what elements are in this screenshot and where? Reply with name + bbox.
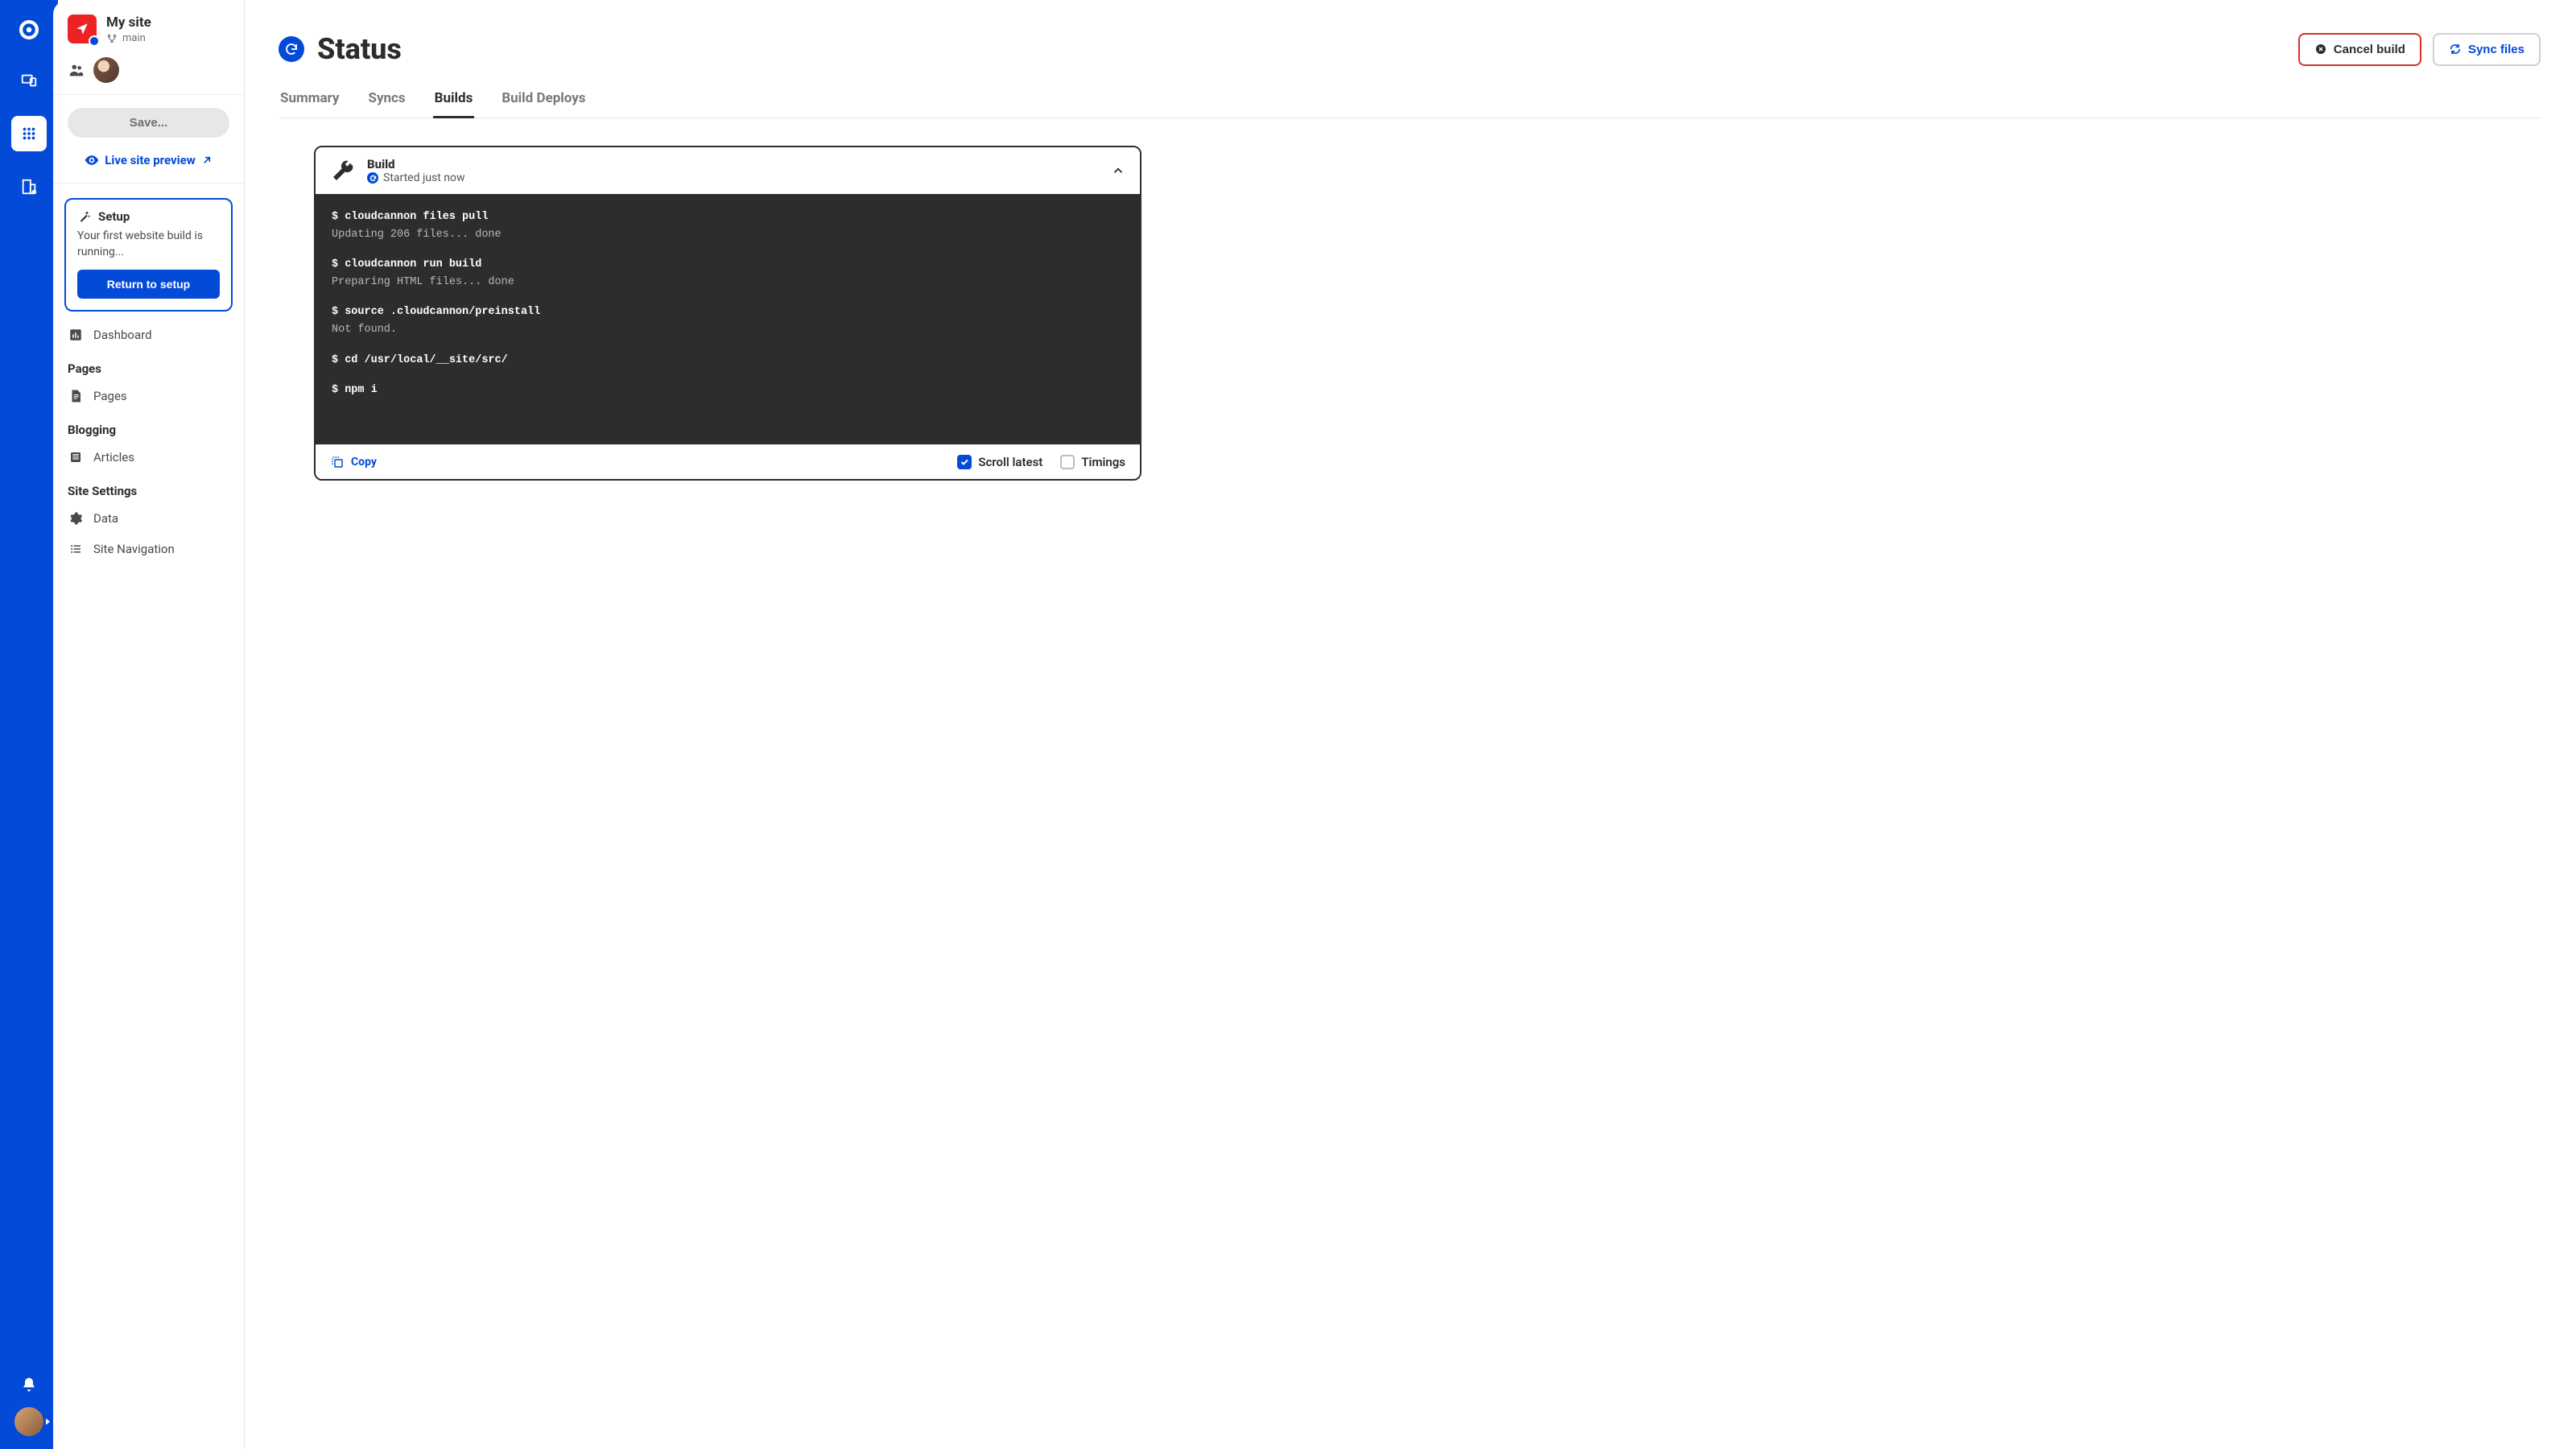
build-status-text: Started just now	[383, 171, 465, 184]
copy-icon	[330, 455, 345, 469]
site-icon	[68, 14, 97, 43]
rail-org-icon[interactable]	[11, 169, 47, 204]
rail-apps-icon[interactable]	[11, 116, 47, 151]
copy-button[interactable]: Copy	[330, 455, 377, 469]
tab-build-deploys[interactable]: Build Deploys	[500, 84, 587, 118]
sidebar-item-label: Articles	[93, 450, 134, 464]
sidebar-item-articles[interactable]: Articles	[53, 442, 244, 473]
site-name: My site	[106, 14, 151, 31]
section-site-settings: Site Settings	[53, 473, 244, 503]
sidebar-item-label: Pages	[93, 389, 127, 403]
sidebar: My site main Save... Live site preview S…	[53, 0, 245, 1449]
section-pages: Pages	[53, 350, 244, 381]
cancel-icon	[2314, 43, 2327, 56]
tab-builds[interactable]: Builds	[433, 84, 475, 118]
cancel-build-button[interactable]: Cancel build	[2298, 33, 2421, 66]
setup-title: Setup	[98, 209, 130, 224]
build-panel: Build Started just now	[314, 146, 1141, 481]
copy-label: Copy	[351, 456, 377, 469]
setup-description: Your first website build is running...	[77, 229, 220, 260]
build-terminal: $ cloudcannon files pullUpdating 206 fil…	[316, 194, 1140, 444]
build-panel-header[interactable]: Build Started just now	[316, 147, 1140, 194]
gear-icon	[68, 511, 84, 526]
eye-icon	[84, 152, 100, 168]
build-running-icon	[367, 172, 378, 184]
terminal-command: $ npm i	[332, 382, 1124, 399]
rail-user-avatar[interactable]	[14, 1407, 43, 1436]
site-sync-badge-icon	[89, 35, 100, 47]
terminal-command: $ source .cloudcannon/preinstall	[332, 303, 1124, 321]
save-button[interactable]: Save...	[68, 108, 229, 138]
wand-icon	[77, 209, 92, 224]
main-content: Status Cancel build Sync files Summary Sy…	[243, 0, 2576, 1449]
sidebar-item-pages[interactable]: Pages	[53, 381, 244, 411]
page-icon	[68, 389, 84, 403]
dashboard-icon	[68, 328, 84, 342]
tabs: Summary Syncs Builds Build Deploys	[279, 84, 2541, 118]
timings-label: Timings	[1081, 455, 1125, 469]
cancel-build-label: Cancel build	[2334, 43, 2405, 56]
setup-card: Setup Your first website build is runnin…	[64, 198, 233, 312]
sidebar-item-label: Data	[93, 511, 118, 526]
build-title: Build	[367, 157, 465, 171]
section-blogging: Blogging	[53, 411, 244, 442]
branch-name: main	[122, 32, 146, 44]
branch-icon	[106, 33, 118, 44]
terminal-output: Preparing HTML files... done	[332, 274, 1124, 291]
live-preview-label: Live site preview	[105, 153, 195, 167]
sync-icon	[2449, 43, 2462, 56]
scroll-latest-checkbox[interactable]: Scroll latest	[957, 455, 1042, 469]
sidebar-item-data[interactable]: Data	[53, 503, 244, 534]
terminal-command: $ cloudcannon run build	[332, 256, 1124, 274]
external-link-icon	[200, 154, 213, 167]
status-sync-icon	[279, 36, 304, 62]
chevron-up-icon[interactable]	[1111, 163, 1125, 178]
terminal-output: Updating 206 files... done	[332, 226, 1124, 244]
dashboard-label: Dashboard	[93, 328, 152, 342]
terminal-command: $ cd /usr/local/__site/src/	[332, 352, 1124, 369]
nav-rail	[0, 0, 58, 1449]
scroll-latest-label: Scroll latest	[978, 455, 1042, 469]
sync-files-label: Sync files	[2468, 43, 2524, 56]
wrench-icon	[330, 158, 356, 184]
article-icon	[68, 450, 84, 464]
site-header[interactable]: My site main	[53, 11, 244, 51]
checkbox-checked-icon	[957, 455, 972, 469]
collaborator-avatar[interactable]	[93, 57, 119, 83]
terminal-output: Not found.	[332, 321, 1124, 339]
tab-syncs[interactable]: Syncs	[366, 84, 407, 118]
tab-summary[interactable]: Summary	[279, 84, 341, 118]
brand-logo	[14, 14, 44, 45]
terminal-command: $ cloudcannon files pull	[332, 208, 1124, 226]
rail-devices-icon[interactable]	[11, 63, 47, 98]
live-preview-link[interactable]: Live site preview	[53, 144, 244, 184]
timings-checkbox[interactable]: Timings	[1060, 455, 1125, 469]
checkbox-unchecked-icon	[1060, 455, 1075, 469]
sidebar-item-site-navigation[interactable]: Site Navigation	[53, 534, 244, 564]
notifications-icon[interactable]	[21, 1377, 37, 1393]
collaborators-icon[interactable]	[68, 61, 85, 79]
branch-indicator: main	[106, 32, 151, 44]
page-title: Status	[317, 32, 402, 66]
sync-files-button[interactable]: Sync files	[2433, 33, 2541, 66]
sidebar-item-dashboard[interactable]: Dashboard	[53, 320, 244, 350]
list-icon	[68, 542, 84, 556]
sidebar-item-label: Site Navigation	[93, 542, 175, 556]
return-to-setup-button[interactable]: Return to setup	[77, 270, 220, 299]
